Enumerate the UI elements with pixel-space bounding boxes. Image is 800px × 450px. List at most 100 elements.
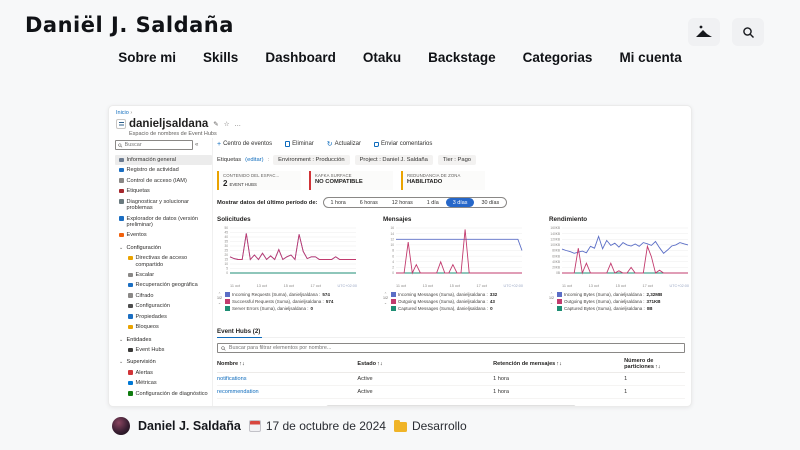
table-row[interactable]: recommendationActive1 hora1	[217, 386, 685, 399]
column-particiones[interactable]: Número de particiones↑↓	[624, 358, 685, 370]
legend-pager[interactable]: 1/2	[549, 292, 554, 311]
sidebar-item[interactable]: Alertas	[115, 368, 212, 378]
period-option[interactable]: 12 horas	[385, 198, 420, 207]
sidebar-item[interactable]: Escalar	[115, 270, 212, 280]
site-logo[interactable]: Daniël J. Saldaña	[25, 13, 234, 37]
sidebar-item[interactable]: Etiquetas	[115, 186, 212, 196]
sidebar-item[interactable]: ⌄Entidades	[115, 335, 212, 345]
legend-item[interactable]: Outgoing Bytes (Suma), danieljsaldana :3…	[557, 299, 662, 304]
nav-otaku[interactable]: Otaku	[363, 50, 401, 65]
favorite-star-icon[interactable]: ☆	[224, 120, 230, 128]
sidebar-item[interactable]: Configuración de diagnóstico	[115, 389, 212, 399]
legend-label: Outgoing Messages (Suma), danieljsaldana…	[398, 299, 488, 304]
legend-item[interactable]: Outgoing Messages (Suma), danieljsaldana…	[391, 299, 497, 304]
legend-item[interactable]: Incoming Bytes (Suma), danieljsaldana :2…	[557, 292, 662, 297]
sidebar-search[interactable]	[115, 140, 193, 150]
toolbar-refresh-button[interactable]: ↻Actualizar	[327, 141, 361, 148]
sidebar-item-label: Configuración	[127, 245, 162, 251]
sidebar-item[interactable]: ⌄Supervisión	[115, 357, 212, 367]
toolbar-trash-button[interactable]: Eliminar	[285, 141, 314, 147]
sidebar-item[interactable]: Información general	[115, 155, 212, 165]
sort-icon[interactable]: ↑↓	[655, 364, 661, 370]
sort-icon[interactable]: ↑↓	[239, 361, 245, 367]
period-option[interactable]: 3 días	[446, 198, 475, 207]
sidebar-item[interactable]: ⌄Configuración	[115, 243, 212, 253]
legend-item[interactable]: Server Errors (Suma), danieljsaldana :0	[225, 306, 333, 311]
column-retencion[interactable]: Retención de mensajes↑↓	[493, 361, 624, 367]
item-icon	[119, 189, 124, 194]
sort-icon[interactable]: ↑↓	[377, 361, 383, 367]
more-ellipsis-icon[interactable]: …	[235, 121, 242, 128]
legend-pager[interactable]: 1/2	[217, 292, 222, 311]
sidebar-item[interactable]: Diagnosticar y solucionar problemas	[115, 197, 212, 214]
tab-event-hubs[interactable]: Event Hubs (2)	[217, 328, 262, 338]
post-category-item[interactable]: Desarrollo	[394, 419, 467, 433]
chevron-down-icon[interactable]	[218, 301, 221, 305]
sidebar-item[interactable]: Event Hubs	[115, 345, 212, 355]
legend-item[interactable]: Incoming Messages (Suma), danieljsaldana…	[391, 292, 497, 297]
sidebar-item-label: Eventos	[127, 232, 147, 238]
edit-pencil-icon[interactable]: ✎	[213, 120, 218, 128]
event-hub-link[interactable]: recommendation	[217, 389, 357, 395]
legend-item[interactable]: Captured Messages (Suma), danieljsaldana…	[391, 306, 497, 311]
sidebar-item[interactable]: Cifrado	[115, 291, 212, 301]
period-option[interactable]: 6 horas	[353, 198, 385, 207]
tag-pill[interactable]: Environment : Producción	[273, 155, 349, 165]
period-option[interactable]: 1 día	[420, 198, 446, 207]
period-option[interactable]: 1 hora	[324, 198, 353, 207]
sidebar-item[interactable]: Métricas	[115, 378, 212, 388]
horizontal-scrollbar[interactable]	[326, 405, 576, 407]
breadcrumb[interactable]: Inicio ›	[116, 110, 685, 116]
nav-categorias[interactable]: Categorias	[523, 50, 593, 65]
table-row[interactable]: notificationsActive1 hora1	[217, 373, 685, 386]
tag-pill[interactable]: Tier : Pago	[438, 155, 476, 165]
sidebar-item[interactable]: Directivas de acceso compartido	[115, 253, 212, 270]
svg-text:80KB: 80KB	[552, 249, 560, 253]
sidebar-search-input[interactable]	[125, 142, 190, 148]
nav-backstage[interactable]: Backstage	[428, 50, 496, 65]
event-hubs-filter-input[interactable]	[229, 345, 681, 351]
sidebar-item[interactable]: Control de acceso (IAM)	[115, 176, 212, 186]
sidebar-item[interactable]: Eventos	[115, 230, 212, 240]
chevron-down-icon[interactable]	[550, 301, 553, 305]
x-axis-timezone: UTC+02:00	[337, 284, 357, 288]
nav-dashboard[interactable]: Dashboard	[265, 50, 336, 65]
toolbar-plus-button[interactable]: +Centro de eventos	[217, 141, 272, 148]
toolbar-feedback-button[interactable]: Enviar comentarios	[374, 141, 432, 147]
mountain-icon	[695, 25, 713, 39]
post-author[interactable]: Daniel J. Saldaña	[138, 419, 241, 433]
nav-skills[interactable]: Skills	[203, 50, 238, 65]
column-estado[interactable]: Estado↑↓	[357, 361, 493, 367]
breadcrumb-separator: ›	[130, 110, 132, 116]
sidebar-item[interactable]: Configuración	[115, 301, 212, 311]
tag-pill[interactable]: Project : Daniel J. Saldaña	[355, 155, 433, 165]
mountain-button[interactable]	[688, 18, 720, 46]
sidebar-item[interactable]: Recuperación geográfica	[115, 280, 212, 290]
nav-sobre-mi[interactable]: Sobre mi	[118, 50, 176, 65]
avatar[interactable]	[112, 417, 130, 435]
sidebar-item[interactable]: Registro de actividad	[115, 165, 212, 175]
column-nombre[interactable]: Nombre↑↓	[217, 361, 357, 367]
event-hub-link[interactable]: notifications	[217, 376, 357, 382]
period-option[interactable]: 30 días	[474, 198, 506, 207]
post-category[interactable]: Desarrollo	[412, 419, 467, 433]
legend-value: 43	[490, 299, 495, 304]
chart-rendimiento: Rendimiento 0B20KB40KB60KB80KB100KB120KB…	[549, 216, 692, 311]
collapse-sidebar-icon[interactable]: «	[195, 142, 198, 148]
nav-mi-cuenta[interactable]: Mi cuenta	[619, 50, 681, 65]
sort-icon[interactable]: ↑↓	[556, 361, 562, 367]
tags-edit-link[interactable]: (editar)	[245, 157, 263, 163]
legend-item[interactable]: Successful Requests (Suma), danieljsalda…	[225, 299, 333, 304]
search-button[interactable]	[732, 18, 764, 46]
sidebar-item[interactable]: Propiedades	[115, 312, 212, 322]
legend-item[interactable]: Captured Bytes (Suma), danieljsaldana :0…	[557, 306, 662, 311]
sidebar-item[interactable]: Explorador de datos (versión preliminar)	[115, 214, 212, 231]
sidebar-item[interactable]: Bloqueos	[115, 322, 212, 332]
breadcrumb-home[interactable]: Inicio	[116, 110, 129, 116]
legend-item[interactable]: Incoming Requests (Suma), danieljsaldana…	[225, 292, 333, 297]
legend-pager[interactable]: 1/2	[383, 292, 388, 311]
sidebar-item-label: Explorador de datos (versión preliminar)	[127, 216, 210, 229]
post-screenshot-card[interactable]: Inicio › danieljsaldana ✎ ☆ … Espacio de…	[108, 105, 692, 407]
event-hubs-filter[interactable]	[217, 343, 685, 353]
chevron-down-icon[interactable]	[384, 301, 387, 305]
